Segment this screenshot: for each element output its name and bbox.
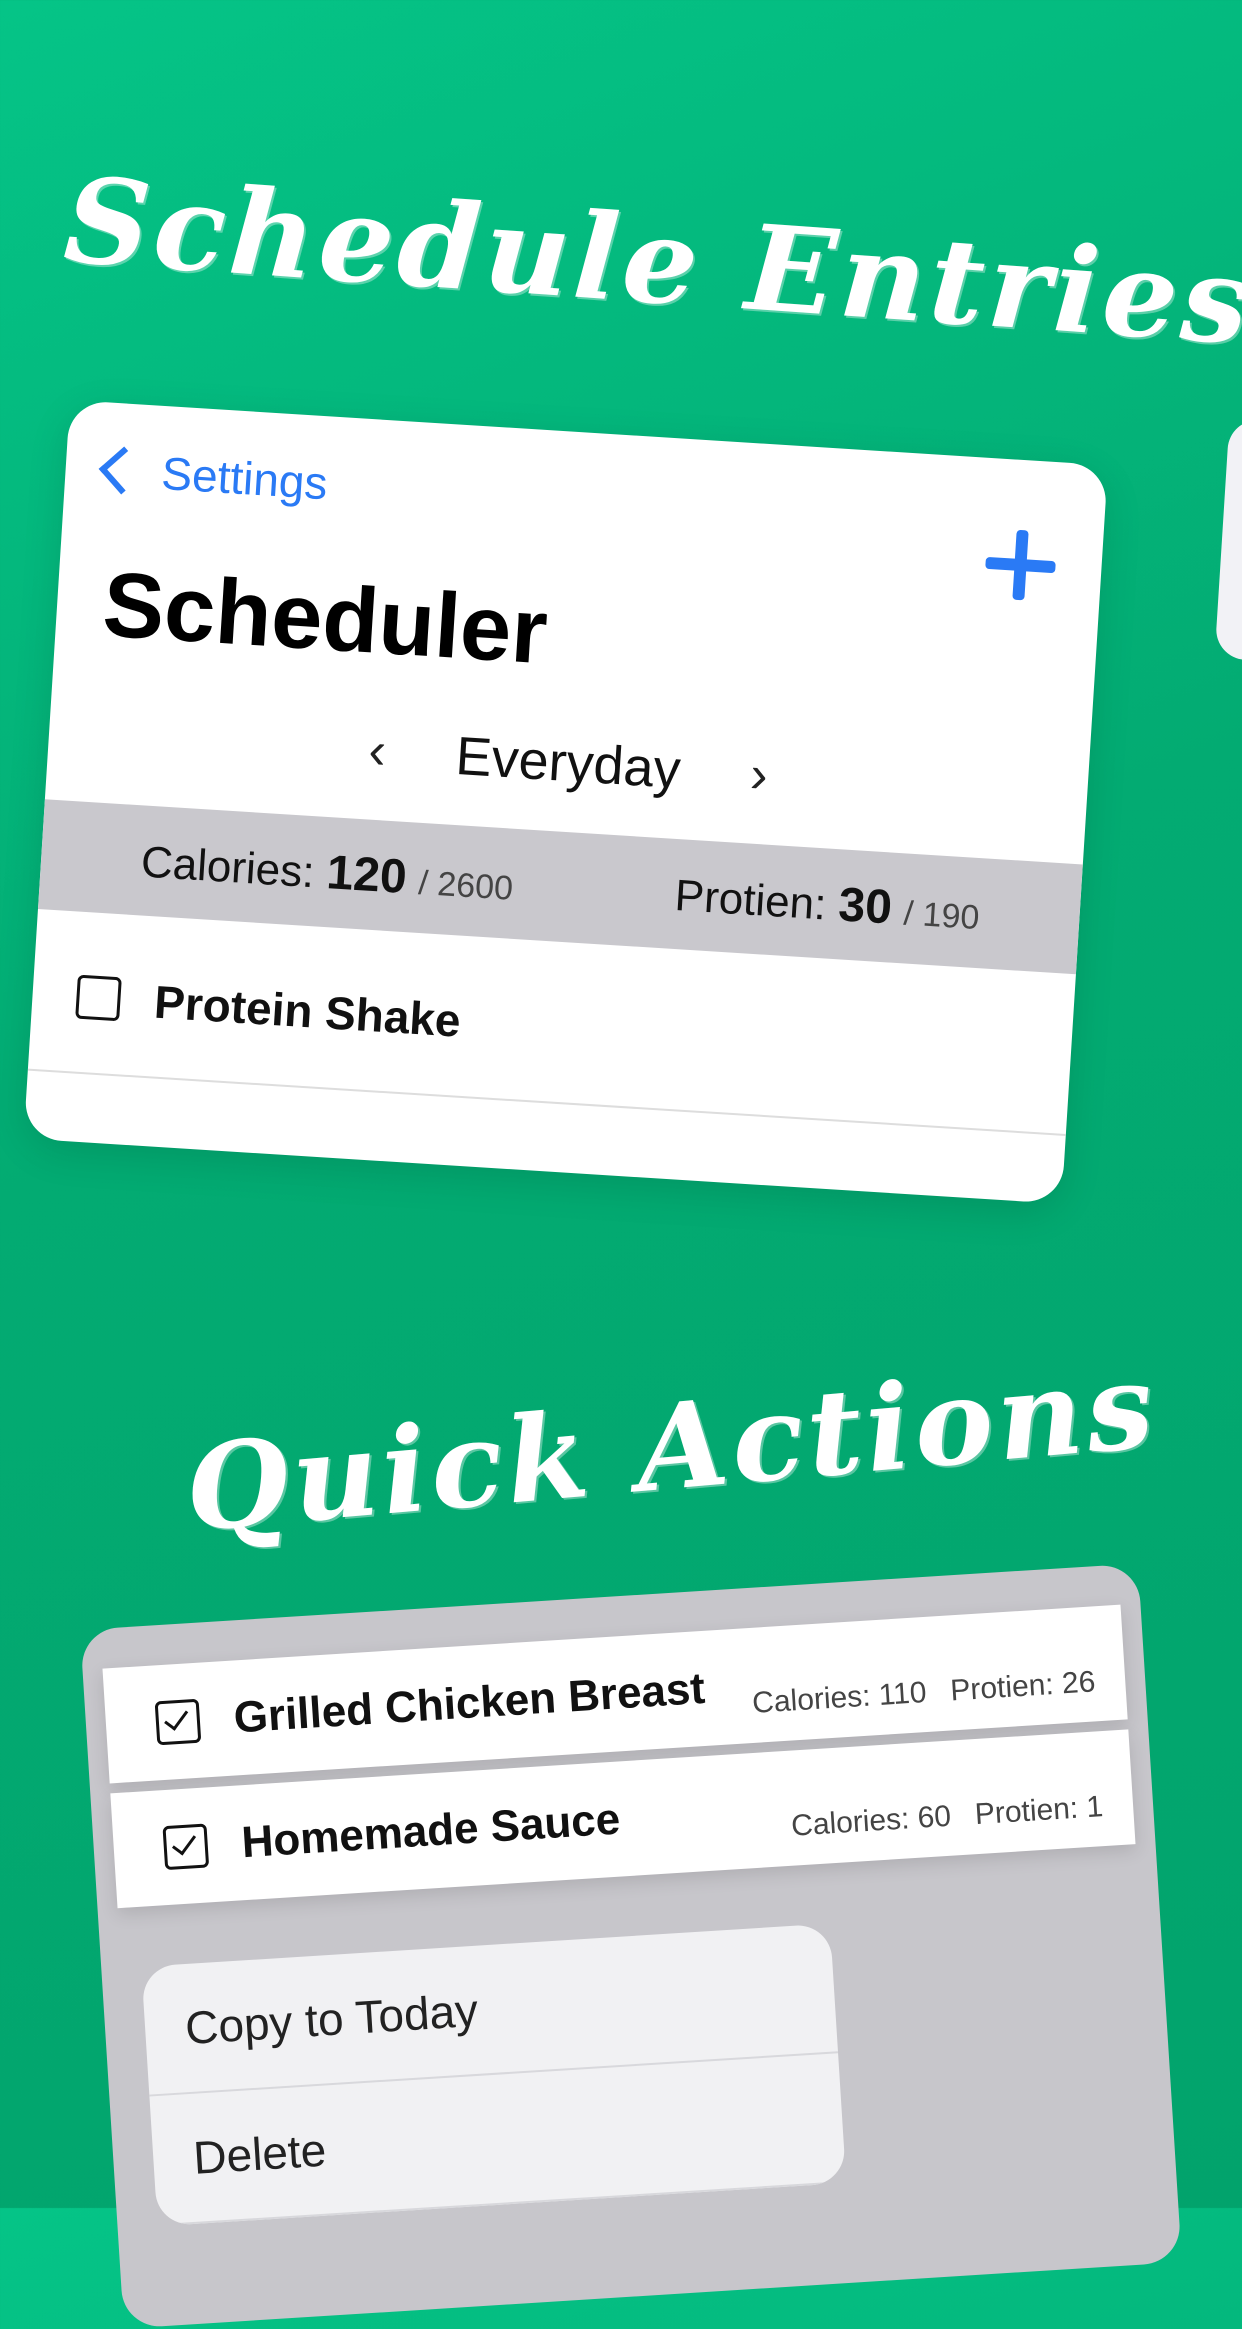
- calories-max: / 2600: [417, 863, 515, 908]
- add-icon[interactable]: [983, 528, 1057, 602]
- next-card-peek: [1214, 418, 1242, 662]
- day-selector: ‹ Everyday ›: [47, 699, 1089, 826]
- item-calories: Calories: 110: [751, 1676, 928, 1720]
- checkbox[interactable]: [75, 974, 122, 1022]
- item-stats: Calories: 110 Protien: 26: [751, 1665, 1096, 1721]
- protein-stat: Protien: 30 / 190: [673, 867, 981, 941]
- item-calories: Calories: 60: [790, 1799, 953, 1843]
- protein-value: 30: [836, 877, 894, 935]
- checkbox-checked[interactable]: [162, 1822, 210, 1870]
- chevron-left-icon: [98, 446, 147, 495]
- calories-stat: Calories: 120 / 2600: [140, 833, 515, 911]
- context-menu: Copy to Today Delete: [141, 1923, 847, 2227]
- item-protein: Protien: 1: [973, 1790, 1105, 1832]
- back-button[interactable]: Settings: [98, 442, 330, 510]
- calories-label: Calories:: [139, 836, 316, 897]
- calories-value: 120: [325, 845, 409, 904]
- protein-max: / 190: [902, 893, 981, 937]
- headline-schedule-entries: Schedule Entries: [60, 150, 1242, 372]
- item-name: Homemade Sauce: [240, 1794, 622, 1867]
- back-label: Settings: [159, 446, 330, 510]
- quick-actions-card: Grilled Chicken Breast Calories: 110 Pro…: [80, 1563, 1182, 2329]
- day-label: Everyday: [453, 725, 683, 801]
- checkbox-checked[interactable]: [154, 1698, 202, 1745]
- item-name: Grilled Chicken Breast: [232, 1663, 707, 1742]
- item-stats: Calories: 60 Protien: 1: [790, 1790, 1104, 1844]
- page-title: Scheduler: [100, 553, 551, 684]
- protein-label: Protien:: [673, 870, 828, 929]
- item-protein: Protien: 26: [949, 1665, 1097, 1708]
- item-name: Protein Shake: [152, 975, 463, 1047]
- next-day-icon[interactable]: ›: [748, 745, 770, 806]
- previous-day-icon[interactable]: ‹: [367, 721, 388, 782]
- scheduler-card: Settings Scheduler ‹ Everyday › Calories…: [23, 400, 1108, 1204]
- headline-quick-actions: Quick Actions: [180, 1335, 1163, 1559]
